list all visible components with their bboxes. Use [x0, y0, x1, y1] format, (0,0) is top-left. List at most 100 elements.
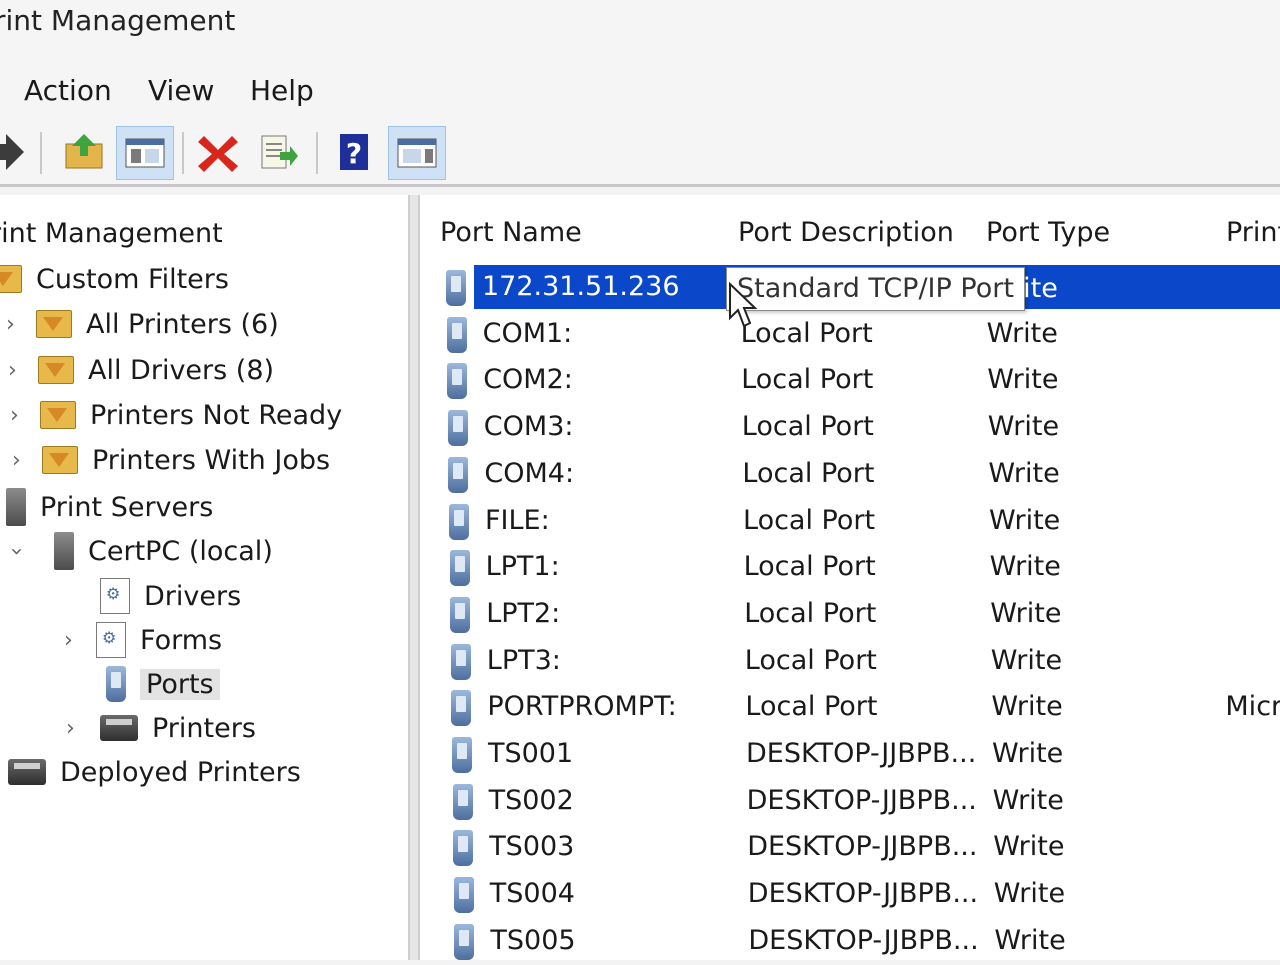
port-icon: [447, 410, 468, 447]
cell-name: TS001: [488, 738, 574, 769]
folder-filter-icon: [36, 310, 72, 338]
ports-list-view: Port Name Port Description Port Type Pri…: [420, 195, 1280, 960]
export-list-icon[interactable]: [250, 126, 306, 178]
cell-type: Write: [992, 784, 1064, 816]
tree-item-label: Ports: [140, 668, 220, 700]
tree-item-printers-with-jobs[interactable]: › Printers With Jobs: [12, 438, 331, 482]
cell-type: Write: [986, 317, 1058, 349]
tree-item-all-drivers[interactable]: › All Drivers (8): [8, 348, 274, 392]
table-row[interactable]: PORTPROMPT: Local Port Write Micr: [420, 685, 1280, 731]
forward-arrow-icon[interactable]: [0, 126, 34, 178]
cell-name: COM1:: [482, 317, 573, 349]
tree-item-label: Printers: [152, 712, 256, 744]
port-icon: [449, 503, 469, 540]
port-icon: [454, 923, 475, 960]
cell-description: Local Port: [741, 364, 874, 396]
table-row[interactable]: COM2: Local Port Write: [420, 358, 1280, 404]
toolbar: ?: [0, 124, 1280, 187]
port-icon: [452, 737, 472, 773]
cell-name: COM2:: [483, 364, 573, 396]
table-row[interactable]: LPT3: Local Port Write: [420, 639, 1280, 685]
cell-description: DESKTOP-JJBPB...: [747, 878, 979, 910]
table-row[interactable]: COM3: Local Port Write: [420, 405, 1280, 451]
toolbar-separator: [316, 132, 318, 174]
port-icon: [446, 316, 467, 353]
table-row[interactable]: TS002 DESKTOP-JJBPB... Write: [420, 779, 1280, 825]
folder-filter-icon: [38, 356, 74, 384]
port-icon: [446, 270, 466, 306]
menu-action[interactable]: Action: [24, 74, 112, 107]
tree-item-forms[interactable]: › Forms: [64, 618, 222, 662]
tree-item-label: Printers With Jobs: [92, 444, 331, 476]
chevron-right-icon[interactable]: ›: [66, 716, 75, 741]
column-header-port-type[interactable]: Port Type: [986, 217, 1110, 248]
cell-description: Local Port: [743, 551, 876, 583]
column-header-printer[interactable]: Print: [1226, 217, 1280, 248]
column-header-port-description[interactable]: Port Description: [738, 217, 954, 248]
cell-type: Write: [993, 831, 1065, 863]
table-row[interactable]: TS004 DESKTOP-JJBPB... Write: [420, 872, 1280, 918]
chevron-right-icon[interactable]: ›: [64, 628, 73, 653]
cell-description: Local Port: [743, 504, 876, 536]
help-icon[interactable]: ?: [326, 126, 382, 178]
tree-root-label: rint Management: [0, 217, 223, 249]
table-row[interactable]: LPT1: Local Port Write: [420, 545, 1280, 591]
cell-description: Local Port: [744, 644, 877, 676]
cell-description: DESKTOP-JJBPB...: [748, 924, 979, 956]
cell-name: PORTPROMPT:: [487, 691, 677, 723]
menu-view[interactable]: View: [148, 74, 214, 107]
action-pane-icon[interactable]: [388, 126, 446, 180]
chevron-right-icon[interactable]: ›: [10, 403, 19, 428]
tree-item-all-printers[interactable]: › All Printers (6): [6, 302, 279, 346]
tree-item-custom-filters[interactable]: Custom Filters: [0, 257, 229, 301]
cell-description: DESKTOP-JJBPB...: [746, 784, 977, 816]
chevron-right-icon[interactable]: ›: [8, 358, 17, 383]
tree-item-drivers[interactable]: Drivers: [100, 574, 241, 618]
tree-item-ports[interactable]: Ports: [106, 662, 220, 706]
printer-icon: [8, 759, 46, 785]
chevron-right-icon[interactable]: ›: [12, 448, 21, 473]
column-header-port-name[interactable]: Port Name: [440, 217, 582, 248]
server-icon: [54, 532, 74, 570]
tree-item-print-servers[interactable]: Print Servers: [6, 485, 213, 529]
tree-item-printers-not-ready[interactable]: › Printers Not Ready: [10, 393, 343, 437]
cell-type: Write: [989, 551, 1061, 583]
tree-item-deployed-printers[interactable]: Deployed Printers: [8, 750, 301, 794]
pane-splitter[interactable]: [408, 195, 420, 960]
cell-type: Write: [990, 597, 1062, 629]
table-row[interactable]: FILE: Local Port Write: [420, 499, 1280, 545]
server-icon: [6, 488, 26, 526]
delete-icon[interactable]: [192, 126, 248, 178]
table-row[interactable]: TS005 DESKTOP-JJBPB... Write: [420, 919, 1280, 965]
table-row[interactable]: LPT2: Local Port Write: [420, 592, 1280, 638]
port-icon: [449, 550, 470, 587]
cell-name: LPT2:: [486, 597, 561, 629]
cell-description: DESKTOP-JJBPB...: [747, 831, 978, 863]
tree-item-label: All Printers (6): [86, 308, 279, 340]
tree-root-print-management[interactable]: rint Management: [0, 211, 223, 255]
cell-type: Write: [990, 644, 1063, 676]
menu-help[interactable]: Help: [250, 74, 314, 107]
up-folder-icon[interactable]: [56, 126, 112, 178]
tree-item-printers[interactable]: › Printers: [66, 706, 256, 750]
table-row[interactable]: TS003 DESKTOP-JJBPB... Write: [420, 825, 1280, 871]
chevron-right-icon[interactable]: ›: [6, 312, 15, 337]
selected-row-type-partial: rite: [1012, 273, 1058, 304]
table-row[interactable]: TS001 DESKTOP-JJBPB... Write: [420, 732, 1280, 778]
cell-name: COM4:: [484, 457, 575, 489]
port-icon: [448, 456, 469, 493]
chevron-down-icon[interactable]: ›: [4, 547, 29, 556]
tree-item-label: CertPC (local): [88, 535, 273, 567]
cell-description: Local Port: [740, 317, 873, 349]
forms-icon: [96, 622, 126, 658]
show-hide-tree-icon[interactable]: [116, 126, 174, 180]
cell-type: Write: [992, 738, 1064, 769]
cell-description: Local Port: [744, 597, 877, 629]
table-row[interactable]: COM4: Local Port Write: [420, 452, 1280, 498]
cell-description: Local Port: [741, 411, 874, 443]
tree-item-label: Custom Filters: [36, 263, 229, 295]
table-row[interactable]: COM1: Local Port Write: [420, 312, 1280, 358]
tree-item-certpc[interactable]: › CertPC (local): [4, 529, 273, 573]
cell-name: LPT1:: [485, 551, 560, 583]
tree-item-label: Printers Not Ready: [90, 399, 343, 431]
